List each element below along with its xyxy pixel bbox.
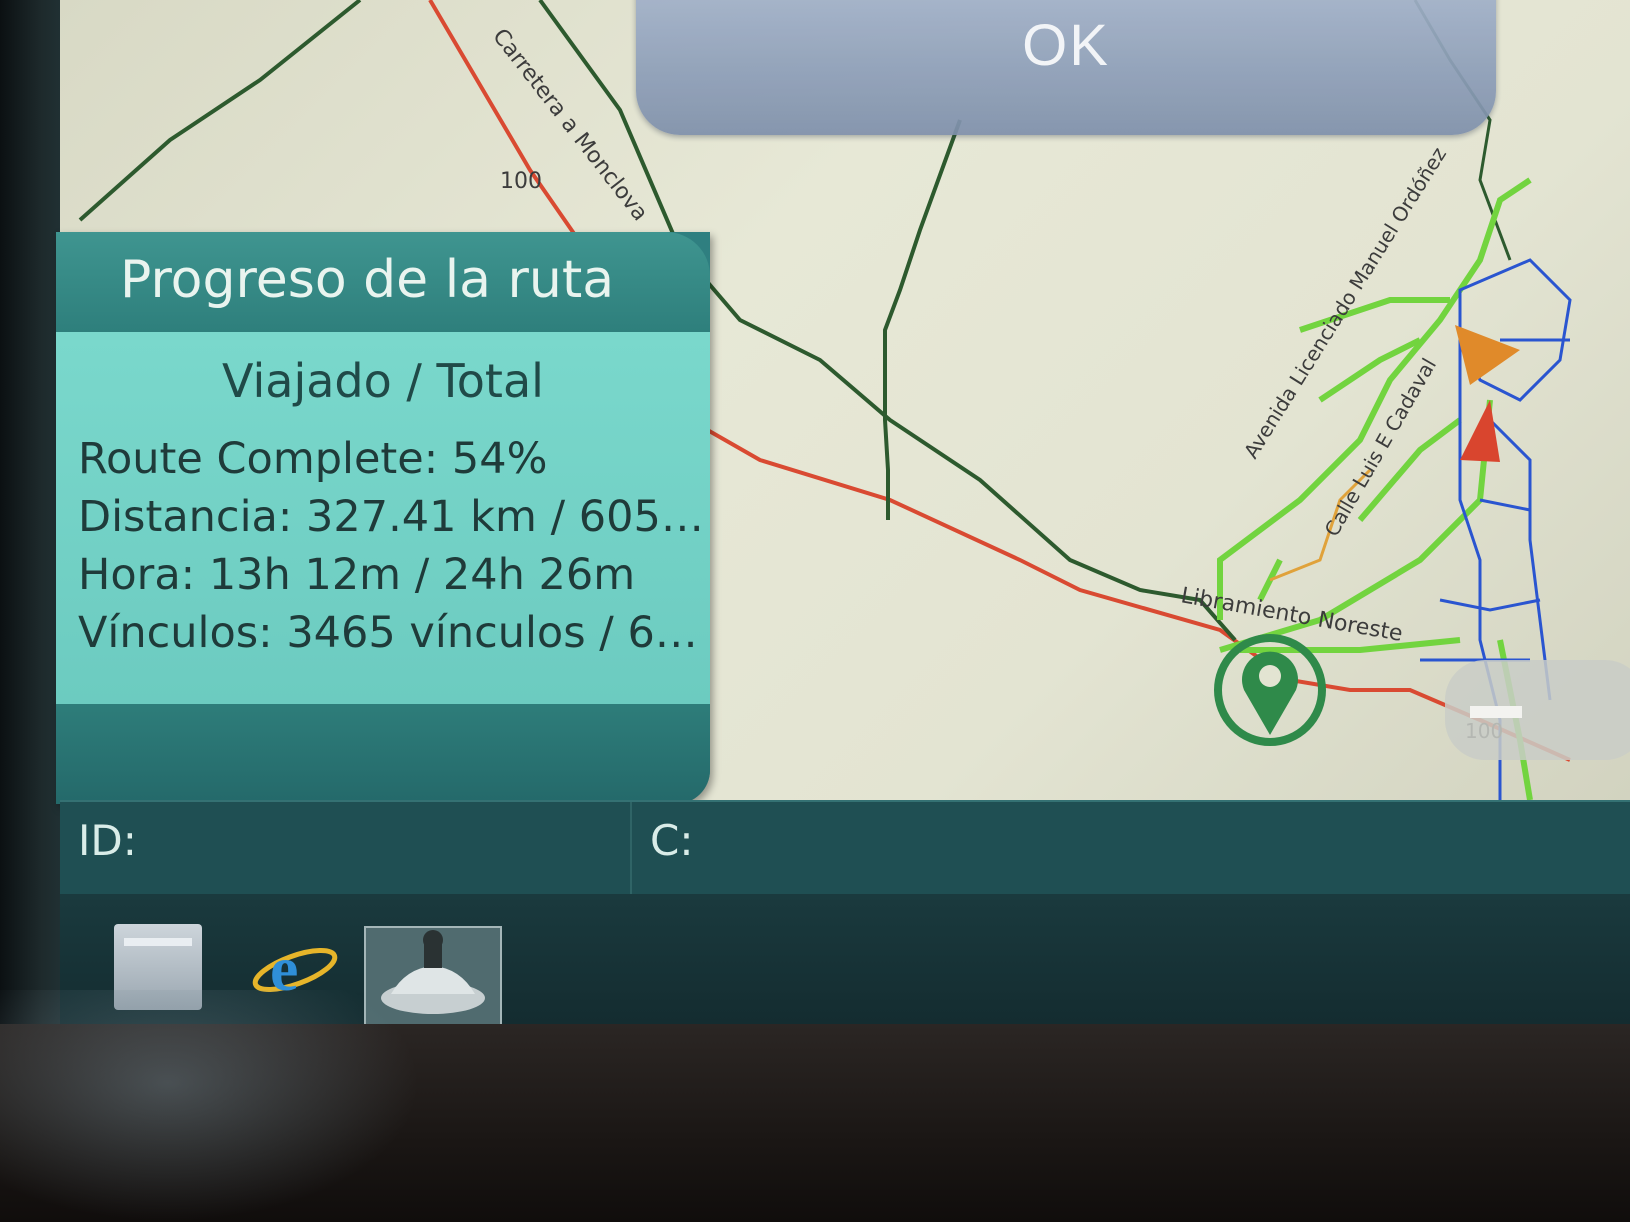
destination-flag-icon xyxy=(1455,325,1520,385)
route-panel-header: Progreso de la ruta xyxy=(56,232,710,332)
route-panel-title: Progreso de la ruta xyxy=(120,250,615,310)
highway-shield-top: 100 xyxy=(500,169,542,194)
vehicle-arrow-icon xyxy=(1460,400,1500,462)
time-stat: Hora: 13h 12m / 24h 26m xyxy=(78,550,636,600)
route-panel-body: Viajado / Total Route Complete: 54% Dist… xyxy=(56,332,710,704)
zoom-out-button[interactable] xyxy=(1445,660,1630,760)
route-complete-stat: Route Complete: 54% xyxy=(78,434,548,484)
map-pin-icon xyxy=(1242,651,1298,735)
road-northwest xyxy=(78,0,362,222)
distance-stat: Distancia: 327.41 km / 605… xyxy=(78,492,704,542)
route-progress-panel: Progreso de la ruta Viajado / Total Rout… xyxy=(56,232,710,804)
ok-button[interactable]: OK xyxy=(636,0,1496,135)
id-label: ID: xyxy=(78,816,137,865)
c-label: C: xyxy=(650,816,694,865)
minus-icon xyxy=(1470,706,1522,718)
ok-button-label: OK xyxy=(1022,13,1110,78)
status-bar: ID: C: xyxy=(60,800,1630,896)
id-field: ID: xyxy=(60,802,632,896)
route-panel-footer xyxy=(56,704,710,804)
screen-reflection xyxy=(0,990,420,1222)
links-stat: Vínculos: 3465 vínculos / 6… xyxy=(78,608,698,658)
traveled-total-header: Viajado / Total xyxy=(222,354,544,408)
c-field: C: xyxy=(632,802,1622,896)
location-button[interactable] xyxy=(1214,634,1326,746)
